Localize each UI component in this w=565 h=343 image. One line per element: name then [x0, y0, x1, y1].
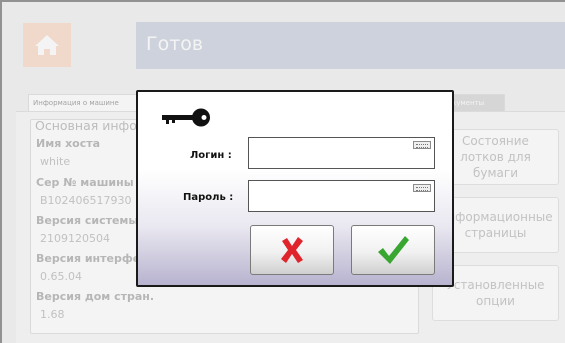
ok-button[interactable]: [351, 225, 435, 275]
login-dialog: Логин : Пароль :: [136, 90, 454, 287]
green-check-icon: [378, 236, 409, 264]
login-label: Логин :: [190, 150, 232, 161]
keyboard-icon[interactable]: [413, 141, 431, 149]
red-x-icon: [281, 237, 303, 263]
key-icon: [162, 108, 210, 127]
password-label: Пароль :: [183, 192, 234, 203]
keyboard-icon[interactable]: [413, 184, 431, 192]
password-input[interactable]: [248, 180, 435, 212]
cancel-button[interactable]: [250, 225, 334, 275]
login-input[interactable]: [248, 137, 435, 169]
